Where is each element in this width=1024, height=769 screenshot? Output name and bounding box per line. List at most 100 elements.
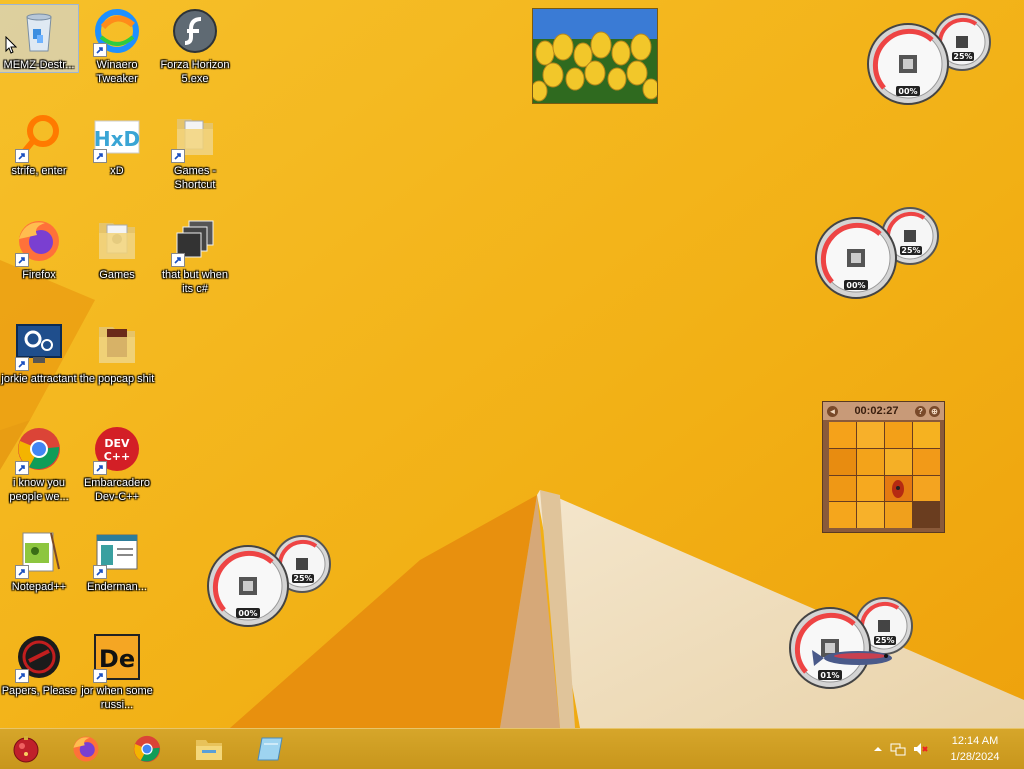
cpu-meter-gadget[interactable]: 25% 00% bbox=[206, 534, 336, 630]
desktop-icon-label: Games - Shortcut bbox=[173, 165, 217, 191]
show-hidden-icons-button[interactable] bbox=[870, 741, 886, 757]
desktop-icon-games[interactable]: Games bbox=[78, 215, 156, 282]
desktop-icon-that-but-when-its-csharp[interactable]: that but when its c# bbox=[156, 215, 234, 296]
app-icon bbox=[257, 737, 283, 761]
puzzle-tile[interactable] bbox=[829, 448, 856, 475]
stacked-windows-icon bbox=[171, 217, 219, 267]
puzzle-tile[interactable] bbox=[885, 475, 912, 502]
puzzle-tile[interactable] bbox=[857, 475, 884, 502]
desktop-icon-de[interactable]: De jor when some russi... bbox=[78, 631, 156, 712]
puzzle-toolbar: ◄ 00:02:27 ? ⊕ bbox=[823, 402, 944, 420]
puzzle-tile[interactable] bbox=[885, 448, 912, 475]
system-tray: 12:14 AM 1/28/2024 bbox=[864, 729, 1024, 769]
cpu-meter-gadget[interactable]: 25% 01% bbox=[788, 596, 918, 692]
puzzle-tile[interactable] bbox=[829, 422, 856, 448]
puzzle-grid bbox=[829, 422, 940, 528]
window-app-icon bbox=[93, 529, 141, 579]
puzzle-tile[interactable] bbox=[829, 475, 856, 502]
taskbar-app-button[interactable] bbox=[245, 731, 297, 767]
puzzle-tile[interactable] bbox=[913, 422, 940, 448]
magnifier-icon bbox=[15, 113, 63, 163]
cpu-meter-gadget[interactable]: 25% 00% bbox=[814, 206, 944, 302]
desktop-icon-jorkie-attractant[interactable]: jorkie attractant bbox=[0, 319, 78, 386]
cpu-readout: 00% bbox=[846, 281, 865, 290]
chrome-icon bbox=[133, 735, 161, 763]
puzzle-tile[interactable] bbox=[913, 475, 940, 502]
volume-button[interactable] bbox=[912, 741, 928, 757]
desktop-icon-chrome[interactable]: i know you people we... bbox=[0, 423, 78, 504]
settings-monitor-icon bbox=[15, 321, 63, 371]
taskbar-clock[interactable]: 12:14 AM 1/28/2024 bbox=[940, 733, 1010, 765]
desktop-icon-the-popcap[interactable]: the popcap shit bbox=[78, 319, 156, 386]
folder-icon bbox=[171, 113, 219, 163]
shortcut-arrow-icon bbox=[171, 149, 185, 163]
puzzle-tile[interactable] bbox=[857, 502, 884, 528]
puzzle-tile[interactable] bbox=[857, 448, 884, 475]
memory-readout: 25% bbox=[953, 52, 972, 61]
desktop-icon-embarcadero-devcpp[interactable]: DEV C++ Embarcadero Dev-C++ bbox=[78, 423, 156, 504]
cpu-dial: 00% bbox=[867, 23, 949, 105]
cpu-dial: 00% bbox=[815, 217, 897, 299]
shortcut-arrow-icon bbox=[15, 253, 29, 267]
puzzle-back-button[interactable]: ◄ bbox=[827, 405, 838, 417]
recycle-bin-icon bbox=[15, 7, 63, 55]
start-button[interactable] bbox=[0, 731, 52, 767]
taskbar-chrome-button[interactable] bbox=[121, 731, 173, 767]
volume-muted-icon bbox=[914, 743, 928, 755]
desktop-icon-label: Notepad++ bbox=[11, 581, 67, 593]
desktop-icon-label: strife, enter bbox=[11, 165, 67, 177]
network-button[interactable] bbox=[890, 741, 906, 757]
shortcut-arrow-icon bbox=[93, 149, 107, 163]
shortcut-arrow-icon bbox=[93, 565, 107, 579]
start-orb-icon bbox=[13, 736, 39, 763]
devcpp-icon: DEV C++ bbox=[93, 425, 141, 475]
cpu-readout: 01% bbox=[820, 671, 839, 680]
puzzle-tile[interactable] bbox=[885, 502, 912, 528]
cpu-meter-gadget[interactable]: 25% 00% bbox=[866, 12, 996, 108]
hxd-icon: HxD bbox=[93, 113, 141, 163]
de-icon: De bbox=[93, 633, 141, 683]
desktop-icon-enderman[interactable]: Enderman... bbox=[78, 527, 156, 594]
desktop-icon-forza-horizon[interactable]: Forza Horizon 5.exe bbox=[156, 5, 234, 86]
puzzle-tile[interactable] bbox=[857, 422, 884, 448]
shortcut-arrow-icon bbox=[93, 461, 107, 475]
desktop-icon-notepadpp[interactable]: Notepad++ bbox=[0, 527, 78, 594]
slideshow-gadget[interactable] bbox=[532, 8, 658, 104]
puzzle-tile[interactable] bbox=[885, 422, 912, 448]
shortcut-arrow-icon bbox=[15, 565, 29, 579]
taskbar-file-explorer-button[interactable] bbox=[183, 731, 235, 767]
desktop-icon-games-shortcut[interactable]: Games - Shortcut bbox=[156, 111, 234, 192]
picture-puzzle-gadget[interactable]: ◄ 00:02:27 ? ⊕ bbox=[822, 401, 945, 533]
desktop-icon-papers-please[interactable]: Papers, Please bbox=[0, 631, 78, 698]
desktop-icon-xd[interactable]: HxD xD bbox=[78, 111, 156, 178]
folder-icon bbox=[93, 321, 141, 369]
shortcut-arrow-icon bbox=[171, 253, 185, 267]
notepadpp-icon bbox=[15, 529, 63, 579]
winaero-icon bbox=[93, 7, 141, 57]
puzzle-timer: 00:02:27 bbox=[854, 405, 899, 417]
cpu-dial: 00% bbox=[207, 545, 289, 627]
puzzle-tile[interactable] bbox=[829, 502, 856, 528]
taskbar-firefox-button[interactable] bbox=[60, 731, 112, 767]
desktop-icon-label: jorkie attractant bbox=[1, 373, 77, 385]
shortcut-arrow-icon bbox=[15, 669, 29, 683]
memory-readout: 25% bbox=[901, 246, 920, 255]
puzzle-tile[interactable] bbox=[913, 448, 940, 475]
memory-readout: 25% bbox=[875, 636, 894, 645]
desktop-icon-winaero-tweaker[interactable]: Winaero Tweaker bbox=[78, 5, 156, 86]
file-explorer-icon bbox=[196, 740, 222, 760]
shortcut-arrow-icon bbox=[93, 669, 107, 683]
mouse-cursor-icon bbox=[5, 36, 17, 54]
desktop-icon-label: Winaero Tweaker bbox=[96, 59, 138, 85]
desktop-icon-firefox[interactable]: Firefox bbox=[0, 215, 78, 282]
chevron-up-icon bbox=[874, 747, 882, 751]
shortcut-arrow-icon bbox=[15, 461, 29, 475]
desktop-icon-strife-enter[interactable]: strife, enter bbox=[0, 111, 78, 178]
network-icon bbox=[890, 743, 906, 756]
cpu-readout: 00% bbox=[898, 87, 917, 96]
puzzle-menu-button[interactable]: ⊕ bbox=[928, 406, 940, 417]
desktop-icon-label: Enderman... bbox=[87, 581, 147, 593]
firefox-icon bbox=[15, 217, 63, 267]
puzzle-help-button[interactable]: ? bbox=[914, 406, 926, 417]
papers-please-icon bbox=[15, 633, 63, 683]
